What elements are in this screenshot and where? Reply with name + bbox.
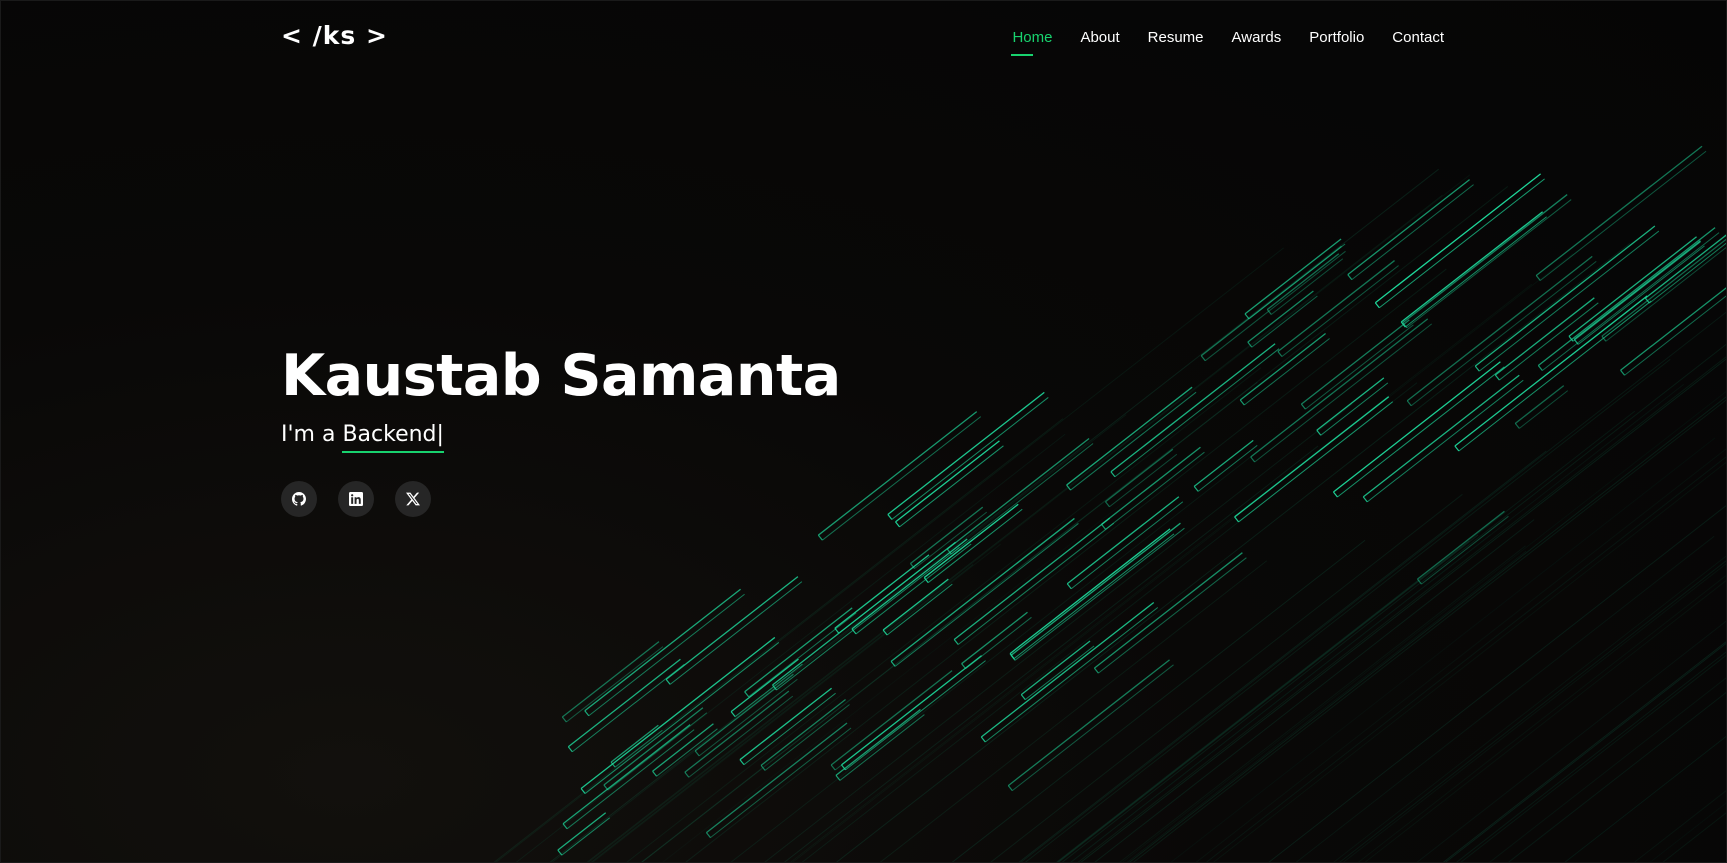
background-streak [705,722,852,839]
background-streak [1009,528,1175,659]
nav-portfolio[interactable]: Portfolio [1309,29,1364,54]
background-streak [1406,255,1597,407]
social-links [281,481,452,517]
background-streak [830,670,957,771]
hero-section: < /ks > Home About Resume Awards Portfol… [0,0,1727,863]
hero-subtitle: I'm a Backend| [281,422,444,453]
hero-name: Kaustab Samanta [281,343,841,409]
hero-subtitle-prefix: I'm a [281,422,343,447]
background-trail-line [1508,691,1726,862]
background-trail-line [1703,434,1727,863]
github-icon [292,492,306,506]
background-streak [895,440,1004,528]
background-trail-line [1122,390,1726,862]
background-streak [1417,510,1509,585]
background-trail-line [951,539,1366,862]
background-trail-line [1119,545,1526,862]
background-streak [834,554,934,634]
background-streak [665,576,803,685]
background-streak [841,655,986,771]
background-trail-line [493,418,1064,862]
background-streak [817,411,982,541]
background-trail-line [836,243,1631,862]
background-streak [562,724,695,830]
animated-lines-background [493,145,1727,863]
background-trail-line [1058,534,1479,862]
background-trail-line [1364,580,1726,862]
background-streak [1193,439,1258,492]
background-streak [580,636,780,794]
background-streak [1347,179,1474,280]
background-streak [1474,225,1660,372]
typing-cursor: | [436,422,444,447]
nav-resume[interactable]: Resume [1148,29,1204,54]
background-trail-line [1020,311,1726,862]
background-trail-line [730,392,1333,862]
background-streak [1250,318,1433,463]
background-trail-line [790,283,1533,862]
background-trail-line [495,247,1284,862]
background-streak [584,588,745,717]
background-trail-line [1195,448,1726,862]
background-trail-line [1456,651,1726,862]
background-trail-line [640,186,1509,862]
site-logo[interactable]: < /ks > [281,21,388,50]
background-streak [1105,448,1178,508]
background-trail-line [586,194,1443,862]
background-streak [557,812,610,856]
background-streak [1454,295,1652,452]
background-streak [1007,659,1174,791]
background-streak [1300,319,1414,410]
nav-contact[interactable]: Contact [1392,29,1444,54]
typed-role-text: Backend| [342,422,444,453]
background-streak [890,517,1079,667]
background-trail-line [1662,812,1726,862]
x-link[interactable] [395,481,431,517]
background-trail-line [1720,174,1727,863]
linkedin-icon [349,492,363,506]
linkedin-link[interactable] [338,481,374,517]
background-streak [1110,343,1280,478]
background-trail-line [1018,450,1547,862]
background-streak [561,641,664,723]
background-trail-line [1126,550,1527,862]
background-streak [1244,238,1346,320]
github-link[interactable] [281,481,317,517]
nav-awards[interactable]: Awards [1232,29,1282,54]
background-trail-line [551,414,1127,862]
background-trail-line [1708,352,1727,863]
background-streak [1239,332,1330,406]
background-streak [744,607,857,698]
nav-about[interactable]: About [1080,29,1119,54]
background-trail-line [1024,358,1671,862]
background-streak [1362,374,1524,503]
background-streak [1573,240,1705,345]
x-icon [406,492,420,506]
background-trail-line [1055,410,1636,862]
background-streak [1332,361,1505,498]
main-nav: Home About Resume Awards Portfolio Conta… [984,29,1444,56]
background-streak [887,391,1049,520]
nav-home[interactable]: Home [1011,29,1052,56]
typed-role: Backend [342,422,437,447]
background-streak [567,658,685,753]
background-trail-line [1213,461,1726,862]
background-streak [1010,522,1185,661]
